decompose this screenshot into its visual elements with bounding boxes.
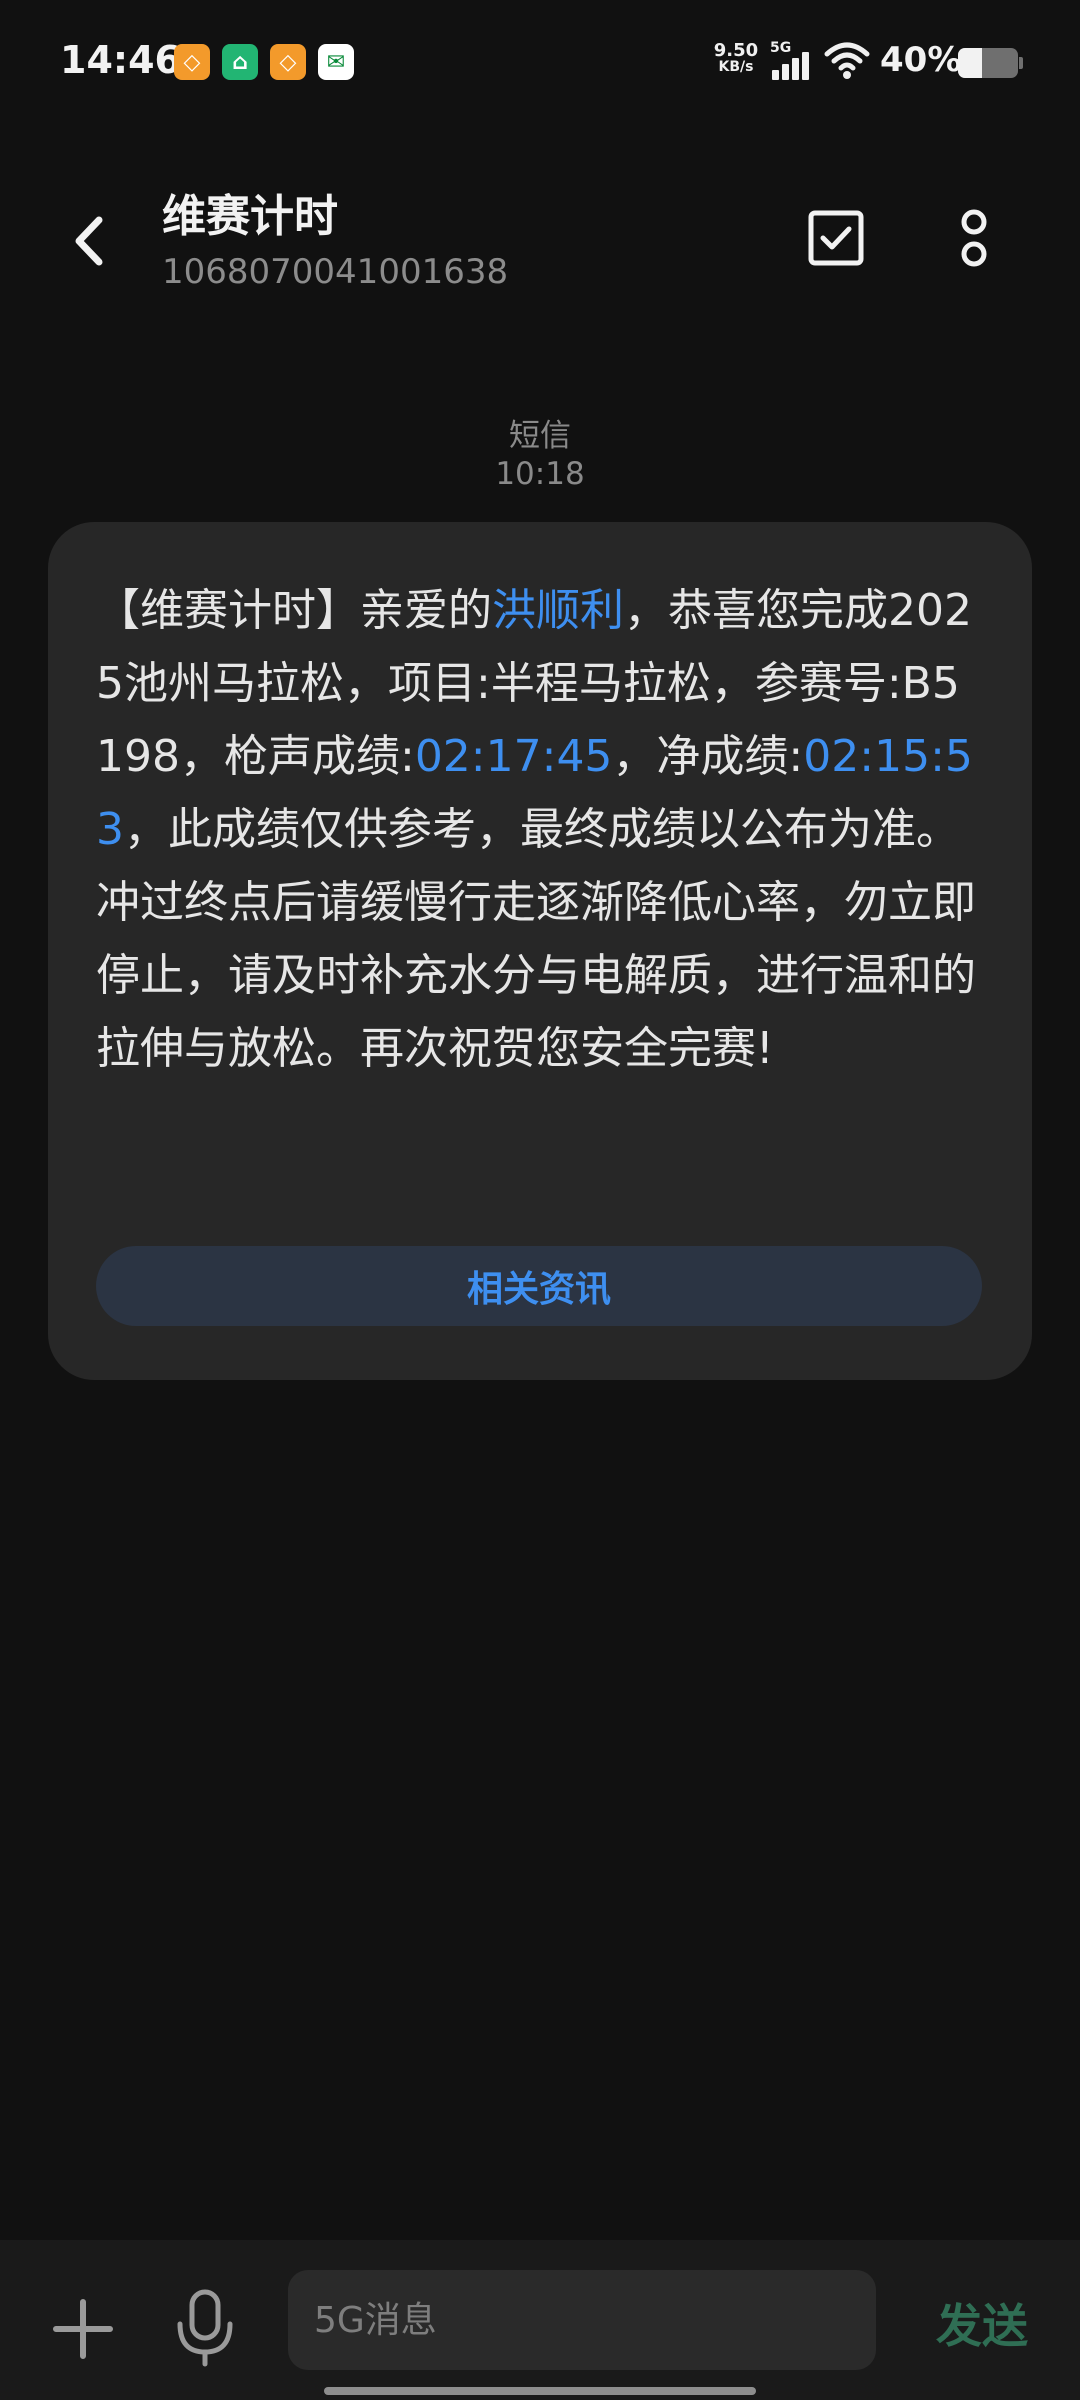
wifi-icon [824, 42, 870, 79]
more-options-button[interactable] [938, 202, 1010, 274]
taobao-icon: ◇ [270, 44, 306, 80]
checkbox-icon [808, 210, 864, 266]
network-type: 5G [770, 40, 792, 56]
compose-bar: 发送 [0, 2240, 1080, 2400]
runner-name-link[interactable]: 洪顺利 [492, 585, 624, 636]
home-indicator[interactable] [324, 2387, 756, 2395]
message-text: 【维赛计时】亲爱的洪顺利，恭喜您完成2025池州马拉松，项目:半程马拉松，参赛号… [96, 574, 984, 1085]
message-bubble[interactable]: 【维赛计时】亲爱的洪顺利，恭喜您完成2025池州马拉松，项目:半程马拉松，参赛号… [48, 522, 1032, 1380]
notification-icons: ◇ ⌂ ◇ ✉ [174, 44, 354, 80]
cellular-signal-icon: 5G [770, 40, 818, 80]
message-type-label: 短信 [509, 418, 571, 454]
sms-conversation-screen: 14:46 ◇ ⌂ ◇ ✉ 9.50 KB/s 5G 40% 维赛计时 1068… [0, 0, 1080, 2400]
message-text-part: 【维赛计时】亲爱的 [96, 585, 492, 636]
related-news-button[interactable]: 相关资讯 [96, 1246, 982, 1326]
microphone-icon[interactable] [170, 2288, 240, 2368]
send-button[interactable]: 发送 [936, 2290, 1028, 2356]
battery-percent: 40% [880, 40, 962, 80]
conversation-header: 维赛计时 1068070041001638 [0, 160, 1080, 310]
mi-icon: ⌂ [222, 44, 258, 80]
message-text-part: ，此成绩仅供参考，最终成绩以公布为准。冲过终点后请缓慢行走逐渐降低心率，勿立即停… [96, 804, 976, 1074]
battery-icon [958, 48, 1018, 78]
network-speed: 9.50 KB/s [712, 42, 760, 76]
taobao-icon: ◇ [174, 44, 210, 80]
message-timestamp: 10:18 [495, 456, 585, 492]
add-attachment-button[interactable] [50, 2296, 116, 2362]
back-button[interactable] [54, 206, 124, 276]
network-speed-unit: KB/s [718, 59, 754, 75]
message-input[interactable] [288, 2270, 876, 2370]
contact-number: 1068070041001638 [162, 252, 509, 292]
network-speed-value: 9.50 [713, 40, 759, 61]
status-time: 14:46 [60, 38, 181, 82]
battery-tip [1019, 57, 1023, 69]
multi-select-button[interactable] [800, 202, 872, 274]
contact-name: 维赛计时 [162, 191, 338, 242]
status-bar: 14:46 ◇ ⌂ ◇ ✉ 9.50 KB/s 5G 40% [0, 0, 1080, 120]
gun-time-link[interactable]: 02:17:45 [415, 731, 613, 782]
battery-level-fill [958, 48, 982, 78]
post-icon: ✉ [318, 44, 354, 80]
message-text-part: ，净成绩: [612, 731, 804, 782]
more-options-icon [961, 209, 987, 267]
back-arrow-icon [75, 216, 103, 266]
